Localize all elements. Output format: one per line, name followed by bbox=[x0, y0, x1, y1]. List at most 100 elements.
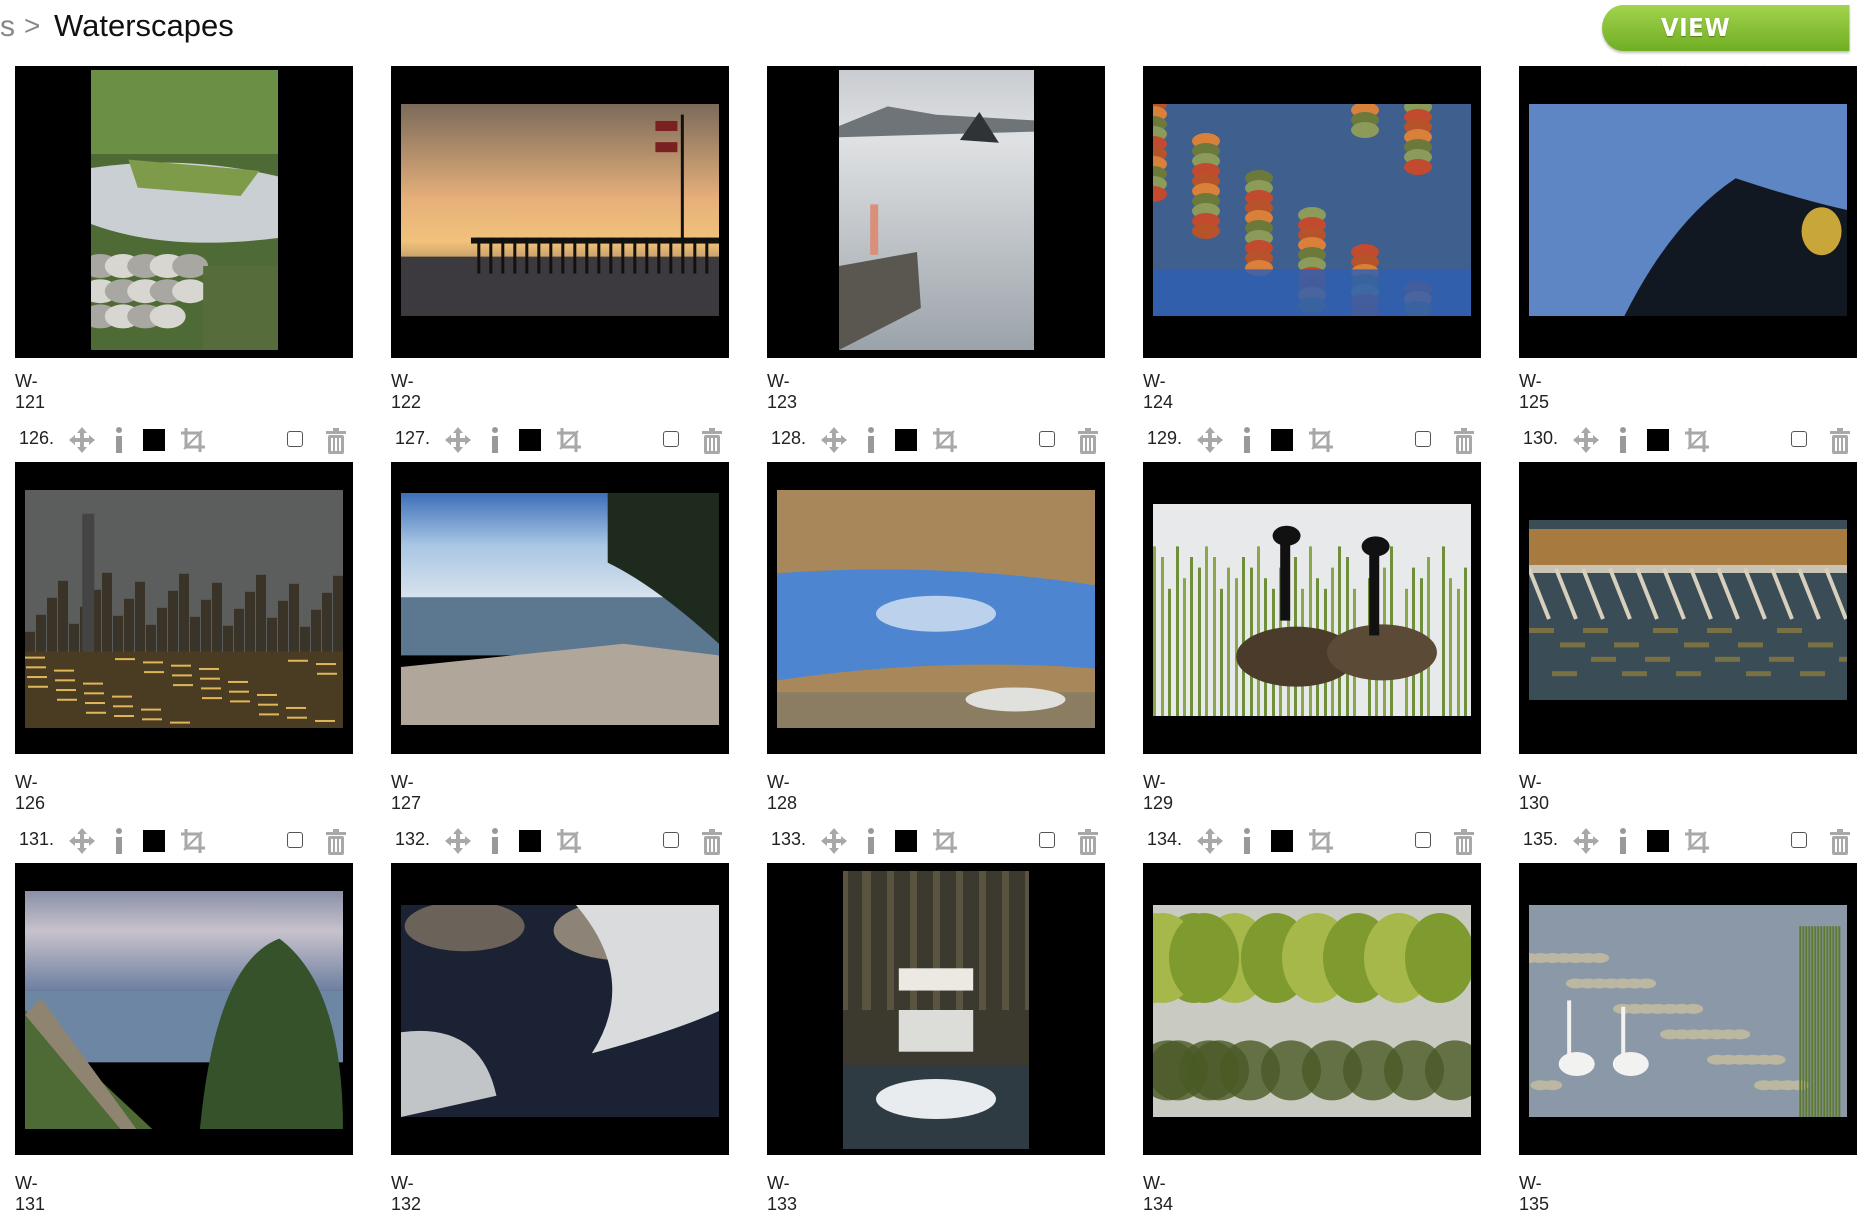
select-checkbox[interactable] bbox=[1039, 832, 1055, 848]
breadcrumb-previous[interactable]: s bbox=[0, 10, 15, 44]
photo-thumbnail[interactable] bbox=[15, 863, 353, 1155]
color-swatch-icon[interactable] bbox=[1647, 429, 1669, 451]
trash-icon[interactable] bbox=[1453, 428, 1475, 454]
photo-image bbox=[91, 70, 278, 350]
crop-icon[interactable] bbox=[931, 827, 959, 855]
item-number: 135. bbox=[1523, 829, 1559, 849]
select-checkbox[interactable] bbox=[287, 832, 303, 848]
color-swatch-icon[interactable] bbox=[895, 429, 917, 451]
crop-icon[interactable] bbox=[179, 426, 207, 454]
crop-icon[interactable] bbox=[1683, 426, 1711, 454]
item-number: 132. bbox=[395, 829, 431, 849]
select-checkbox[interactable] bbox=[1039, 431, 1055, 447]
trash-icon[interactable] bbox=[701, 428, 723, 454]
move-icon[interactable] bbox=[819, 425, 849, 455]
photo-thumbnail[interactable] bbox=[767, 66, 1105, 358]
select-checkbox[interactable] bbox=[663, 431, 679, 447]
trash-icon[interactable] bbox=[1077, 428, 1099, 454]
crop-icon[interactable] bbox=[555, 827, 583, 855]
crop-icon[interactable] bbox=[1683, 827, 1711, 855]
info-icon[interactable] bbox=[1239, 825, 1255, 855]
color-swatch-icon[interactable] bbox=[895, 830, 917, 852]
move-icon[interactable] bbox=[1195, 425, 1225, 455]
photo-caption: W-121 bbox=[15, 371, 46, 412]
trash-icon[interactable] bbox=[701, 829, 723, 855]
trash-icon[interactable] bbox=[1829, 428, 1851, 454]
photo-caption: W-122 bbox=[391, 371, 422, 412]
move-icon[interactable] bbox=[1195, 826, 1225, 856]
move-icon[interactable] bbox=[67, 425, 97, 455]
photo-thumbnail[interactable] bbox=[15, 462, 353, 754]
select-checkbox[interactable] bbox=[1415, 431, 1431, 447]
crop-icon[interactable] bbox=[555, 426, 583, 454]
photo-image bbox=[1529, 905, 1847, 1117]
photo-thumbnail[interactable] bbox=[15, 66, 353, 358]
item-number: 133. bbox=[771, 829, 807, 849]
crop-icon[interactable] bbox=[1307, 426, 1335, 454]
item-number: 131. bbox=[19, 829, 55, 849]
trash-icon[interactable] bbox=[1829, 829, 1851, 855]
photo-caption: W-131 bbox=[15, 1173, 46, 1214]
trash-icon[interactable] bbox=[1077, 829, 1099, 855]
photo-image bbox=[401, 493, 719, 725]
photo-thumbnail[interactable] bbox=[767, 462, 1105, 754]
photo-image bbox=[843, 871, 1029, 1149]
trash-icon[interactable] bbox=[1453, 829, 1475, 855]
photo-thumbnail[interactable] bbox=[1143, 66, 1481, 358]
photo-image bbox=[777, 490, 1095, 728]
color-swatch-icon[interactable] bbox=[519, 429, 541, 451]
move-icon[interactable] bbox=[819, 826, 849, 856]
trash-icon[interactable] bbox=[325, 829, 347, 855]
info-icon[interactable] bbox=[111, 424, 127, 454]
photo-thumbnail[interactable] bbox=[1143, 462, 1481, 754]
select-checkbox[interactable] bbox=[663, 832, 679, 848]
info-icon[interactable] bbox=[1615, 424, 1631, 454]
move-icon[interactable] bbox=[443, 425, 473, 455]
color-swatch-icon[interactable] bbox=[143, 429, 165, 451]
select-checkbox[interactable] bbox=[1791, 431, 1807, 447]
move-icon[interactable] bbox=[67, 826, 97, 856]
photo-thumbnail[interactable] bbox=[391, 863, 729, 1155]
photo-thumbnail[interactable] bbox=[391, 66, 729, 358]
photo-caption: W-135 bbox=[1519, 1173, 1550, 1214]
crop-icon[interactable] bbox=[179, 827, 207, 855]
color-swatch-icon[interactable] bbox=[143, 830, 165, 852]
photo-toolbar: 129. bbox=[1143, 422, 1483, 456]
view-website-button[interactable]: VIEW WEBSITE bbox=[1602, 5, 1850, 88]
photo-caption: W-123 bbox=[767, 371, 798, 412]
breadcrumb-separator: > bbox=[24, 10, 41, 41]
select-checkbox[interactable] bbox=[1415, 832, 1431, 848]
photo-toolbar: 130. bbox=[1519, 422, 1859, 456]
photo-image bbox=[1153, 504, 1471, 716]
item-number: 126. bbox=[19, 428, 55, 448]
photo-thumbnail[interactable] bbox=[391, 462, 729, 754]
info-icon[interactable] bbox=[111, 825, 127, 855]
move-icon[interactable] bbox=[443, 826, 473, 856]
info-icon[interactable] bbox=[1239, 424, 1255, 454]
photo-thumbnail[interactable] bbox=[1519, 863, 1857, 1155]
photo-toolbar: 135. bbox=[1519, 823, 1859, 857]
info-icon[interactable] bbox=[863, 424, 879, 454]
move-icon[interactable] bbox=[1571, 826, 1601, 856]
photo-thumbnail[interactable] bbox=[1519, 66, 1857, 358]
photo-thumbnail[interactable] bbox=[767, 863, 1105, 1155]
select-checkbox[interactable] bbox=[1791, 832, 1807, 848]
crop-icon[interactable] bbox=[931, 426, 959, 454]
info-icon[interactable] bbox=[487, 825, 503, 855]
item-number: 129. bbox=[1147, 428, 1183, 448]
info-icon[interactable] bbox=[863, 825, 879, 855]
move-icon[interactable] bbox=[1571, 425, 1601, 455]
crop-icon[interactable] bbox=[1307, 827, 1335, 855]
color-swatch-icon[interactable] bbox=[1647, 830, 1669, 852]
info-icon[interactable] bbox=[1615, 825, 1631, 855]
trash-icon[interactable] bbox=[325, 428, 347, 454]
color-swatch-icon[interactable] bbox=[519, 830, 541, 852]
color-swatch-icon[interactable] bbox=[1271, 429, 1293, 451]
photo-image bbox=[1529, 520, 1847, 700]
photo-thumbnail[interactable] bbox=[1519, 462, 1857, 754]
color-swatch-icon[interactable] bbox=[1271, 830, 1293, 852]
item-number: 134. bbox=[1147, 829, 1183, 849]
select-checkbox[interactable] bbox=[287, 431, 303, 447]
info-icon[interactable] bbox=[487, 424, 503, 454]
photo-thumbnail[interactable] bbox=[1143, 863, 1481, 1155]
